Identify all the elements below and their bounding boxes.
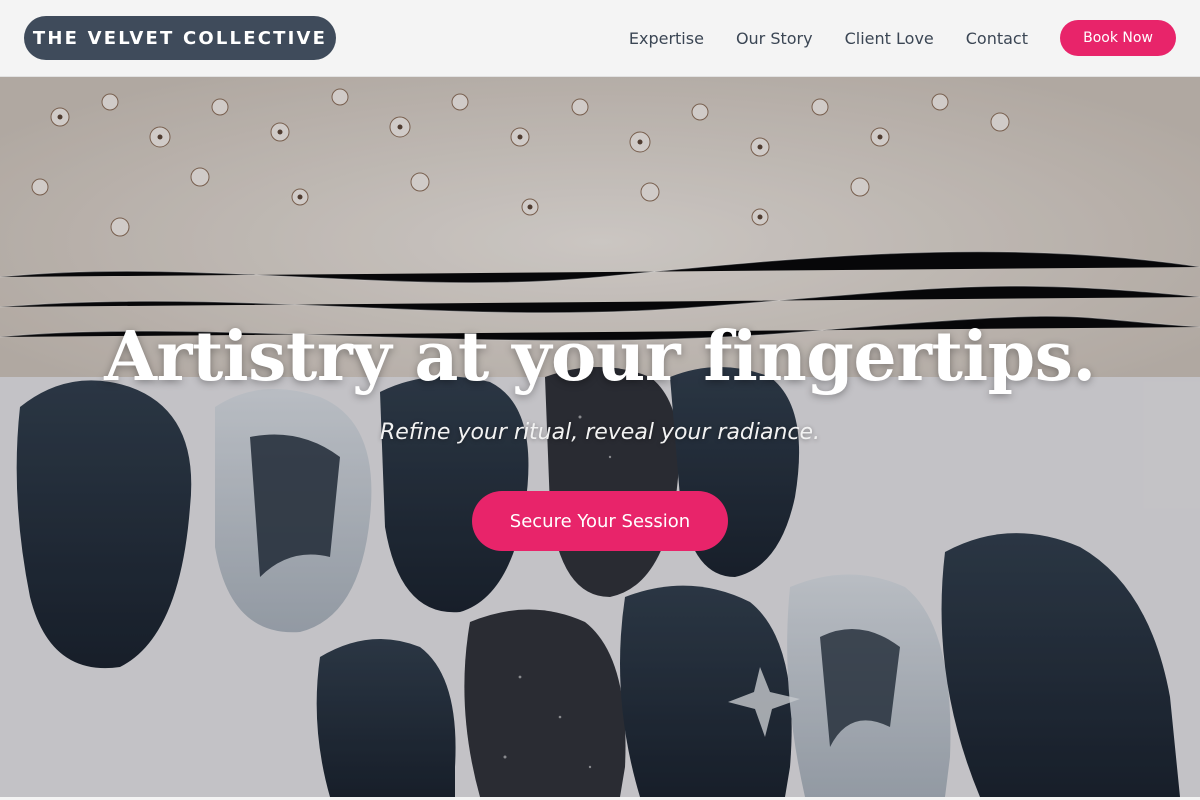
site-header: THE VELVET COLLECTIVE Expertise Our Stor… (0, 0, 1200, 77)
hero-title: Artistry at your fingertips. (104, 317, 1096, 397)
hero-subtitle: Refine your ritual, reveal your radiance… (379, 420, 821, 445)
brand-logo[interactable]: THE VELVET COLLECTIVE (24, 16, 336, 60)
main-nav: Expertise Our Story Client Love Contact … (629, 20, 1176, 56)
nav-link-contact[interactable]: Contact (966, 29, 1028, 48)
book-now-button[interactable]: Book Now (1060, 20, 1176, 56)
hero-content: Artistry at your fingertips. Refine your… (0, 77, 1200, 797)
hero-section: Artistry at your fingertips. Refine your… (0, 77, 1200, 797)
nav-link-expertise[interactable]: Expertise (629, 29, 704, 48)
brand-name: THE VELVET COLLECTIVE (32, 27, 328, 49)
nav-link-client-love[interactable]: Client Love (845, 29, 934, 48)
secure-session-button[interactable]: Secure Your Session (472, 491, 728, 551)
nav-link-our-story[interactable]: Our Story (736, 29, 813, 48)
